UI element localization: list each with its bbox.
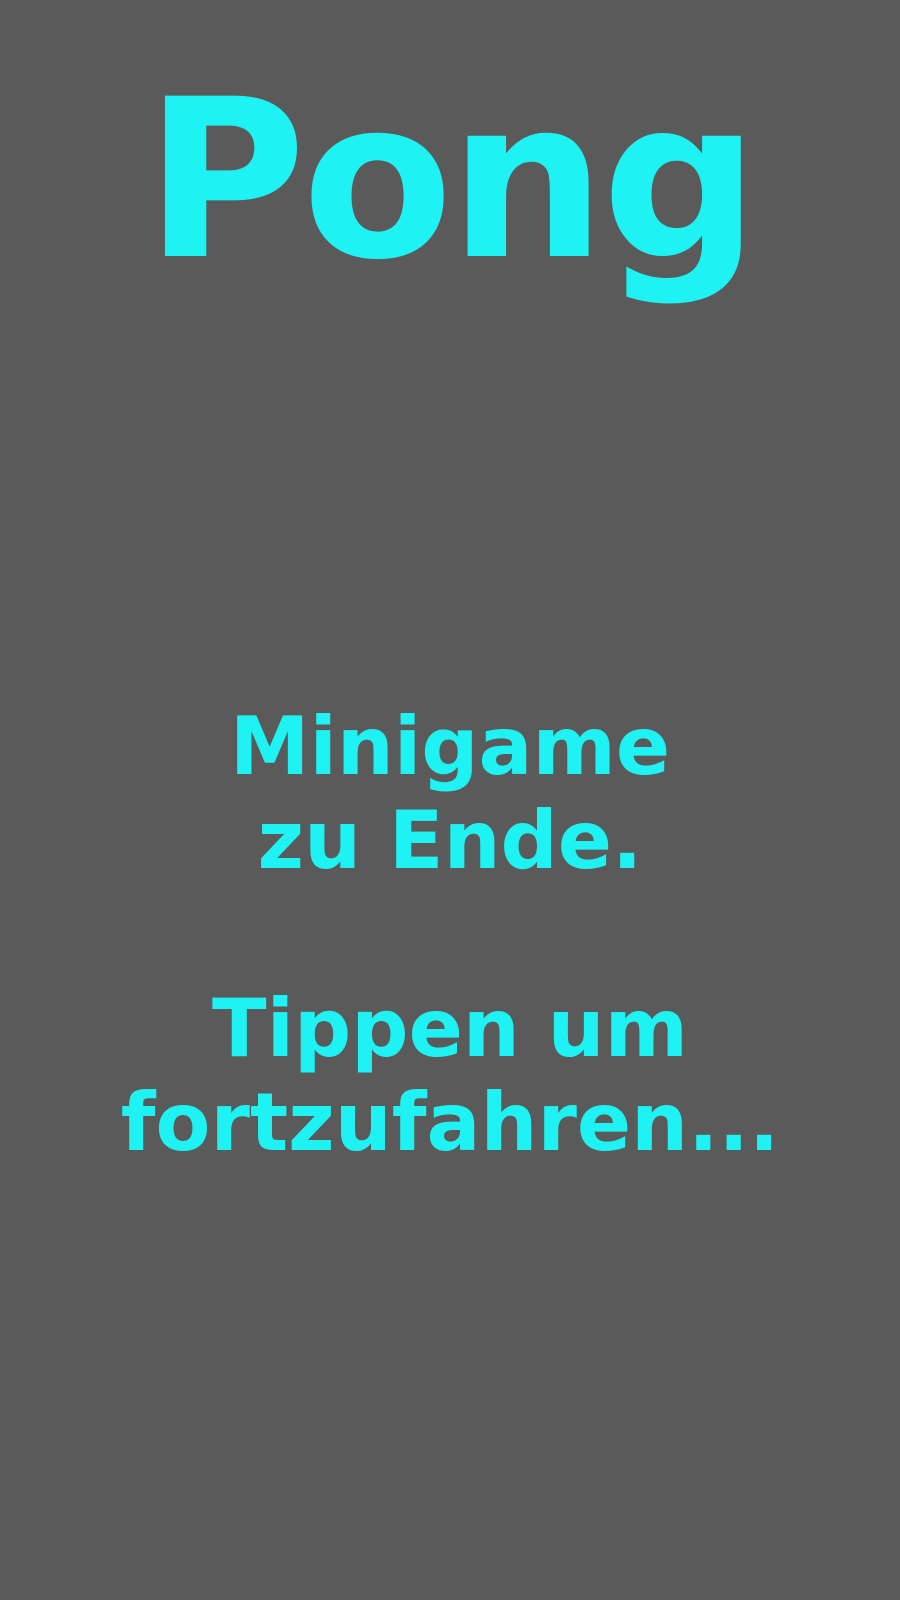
- end-message-block: Minigame zu Ende. Tippen um fortzufahren…: [0, 700, 900, 1170]
- message-spacer: [0, 888, 900, 982]
- tap-prompt-line-1[interactable]: Tippen um: [0, 982, 900, 1076]
- end-message-line-1: Minigame: [229, 700, 671, 793]
- game-over-screen[interactable]: Pong Minigame zu Ende. Tippen um fortzuf…: [0, 0, 900, 1600]
- tap-prompt-line-2[interactable]: fortzufahren...: [0, 1076, 900, 1170]
- game-title: Pong: [144, 52, 759, 308]
- end-message-line-2: zu Ende.: [257, 794, 643, 887]
